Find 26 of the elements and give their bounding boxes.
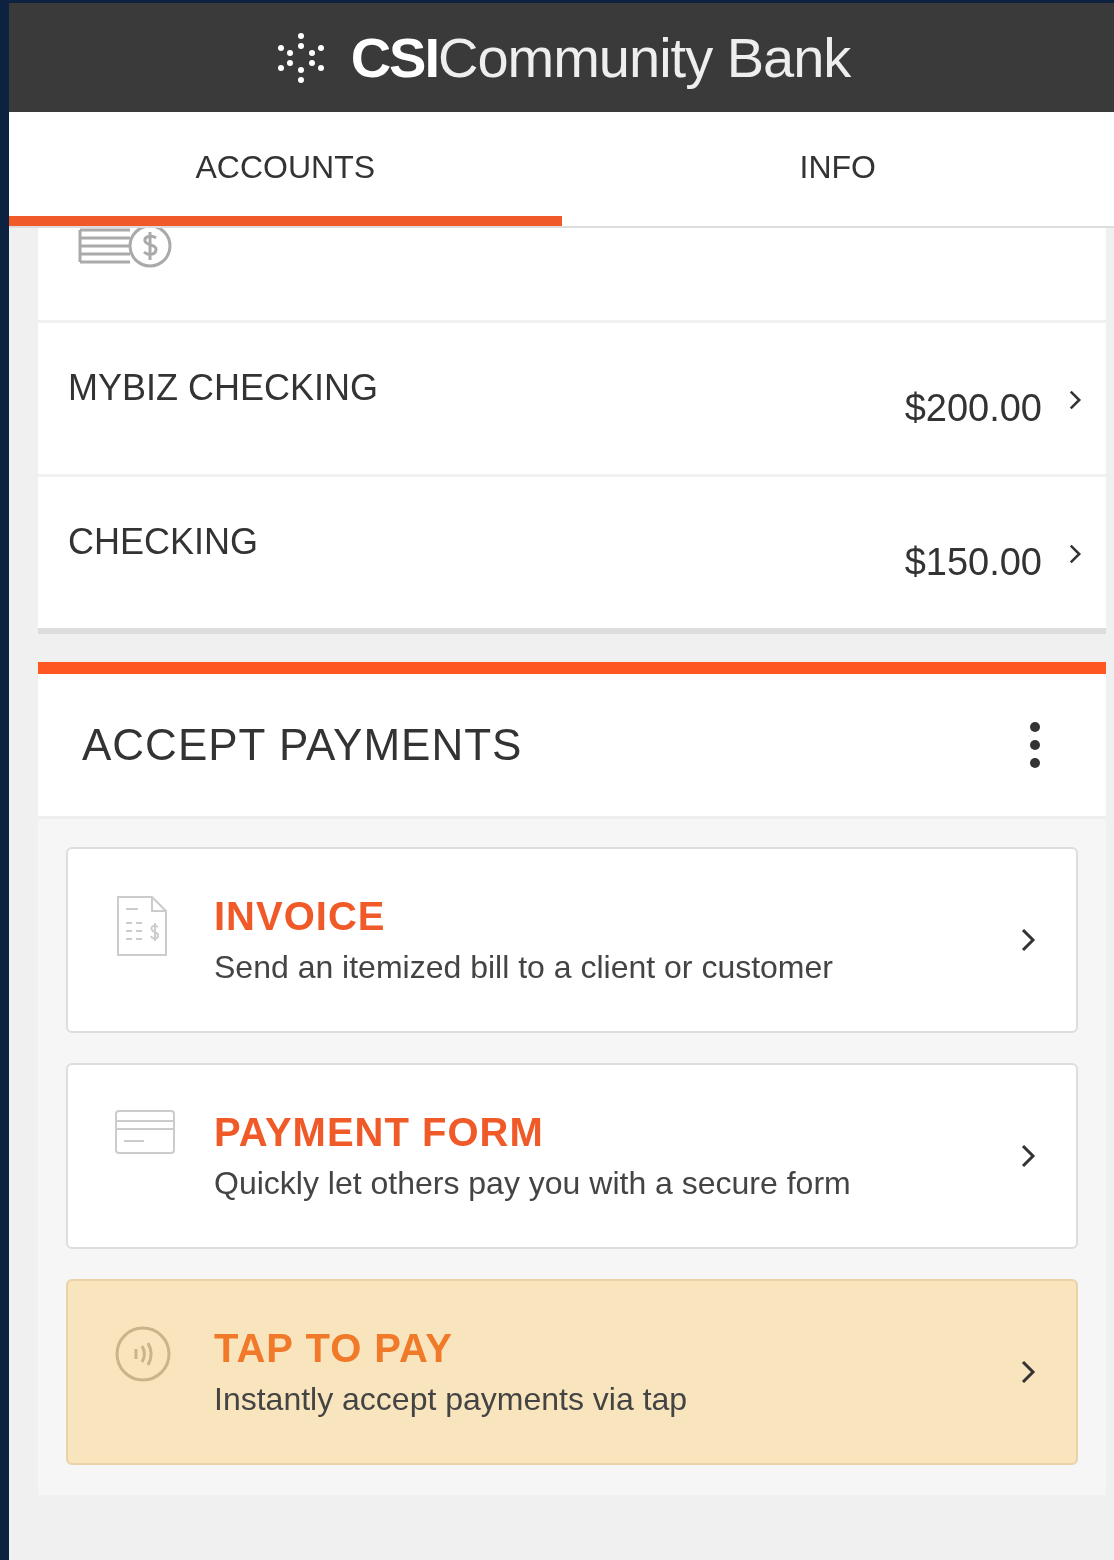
payment-option[interactable]: PAYMENT FORM Quickly let others pay you with a secure form: [66, 1063, 1078, 1249]
option-title: TAP TO PAY: [214, 1326, 453, 1371]
chevron-icon: [1020, 1143, 1036, 1169]
contactless-icon: [114, 1325, 172, 1383]
tab[interactable]: INFO: [561, 112, 1114, 226]
option-description: Quickly let others pay you with a secure form: [214, 1165, 851, 1202]
account-name: CHECKING: [68, 521, 260, 563]
card-icon: [114, 1109, 176, 1155]
chevron-icon: [1020, 927, 1036, 953]
option-title: PAYMENT FORM: [214, 1110, 544, 1155]
chevron-icon: [1068, 389, 1082, 411]
chevron-icon: [1020, 1359, 1036, 1385]
account-balance: $200.00: [904, 387, 1042, 430]
chevron-icon: [1068, 543, 1082, 565]
option-description: Send an itemized bill to a client or customer: [214, 949, 833, 986]
logo-text: CSI: [350, 25, 438, 90]
section-title: ACCEPT PAYMENTS: [82, 720, 524, 770]
payment-option[interactable]: INVOICE Send an itemized bill to a client or customer: [66, 847, 1078, 1033]
payment-option[interactable]: TAP TO PAY Instantly accept payments via tap: [66, 1279, 1078, 1465]
invoice-icon: [114, 893, 170, 959]
more-icon[interactable]: [1028, 721, 1042, 769]
option-title: INVOICE: [214, 894, 386, 939]
logo-text: Community Bank: [438, 25, 851, 90]
option-description: Instantly accept payments via tap: [214, 1381, 688, 1418]
account-name: MYBIZ CHECKING: [68, 367, 380, 409]
account-balance: $150.00: [904, 541, 1042, 584]
